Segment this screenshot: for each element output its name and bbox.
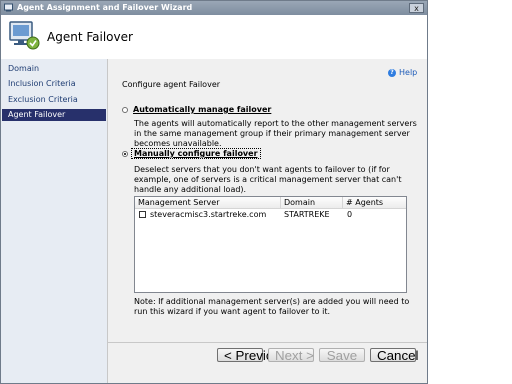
server-agents: 0 [347,210,353,219]
table-header: Management Server Domain # Agents [135,197,406,209]
footer-divider [108,342,427,343]
sidebar-item-inclusion-criteria[interactable]: Inclusion Criteria [2,78,106,90]
sidebar-item-agent-failover[interactable]: Agent Failover [2,109,106,121]
window-title: Agent Assignment and Failover Wizard [17,3,193,12]
save-button[interactable]: Save [319,348,365,362]
help-link[interactable]: ? Help [388,68,417,77]
auto-failover-radio[interactable] [122,107,128,113]
sidebar-item-domain[interactable]: Domain [2,63,106,75]
server-checkbox[interactable] [139,211,146,218]
page-title: Agent Failover [47,30,133,44]
previous-button[interactable]: < Previous [217,348,287,362]
server-domain: STARTREKE [284,210,330,219]
wizard-header: Agent Failover [1,15,427,60]
help-label: Help [399,68,418,77]
manual-failover-label: Manually configure failover [131,148,261,159]
manual-failover-description: Deselect servers that you don't want age… [134,165,402,194]
manual-failover-option[interactable]: Manually configure failover [131,148,261,159]
wizard-content: ? Help Configure agent Failover Automatic… [108,59,427,383]
cancel-button[interactable]: Cancel [370,348,419,362]
manual-failover-radio[interactable] [122,151,128,157]
management-server-table[interactable]: Management Server Domain # Agents stever… [134,196,407,293]
wizard-steps: Domain Inclusion Criteria Exclusion Crit… [1,59,108,383]
auto-failover-description: The agents will automatically report to … [134,119,417,148]
wizard-window: Agent Assignment and Failover Wizard x A… [0,0,428,384]
sidebar-item-exclusion-criteria[interactable]: Exclusion Criteria [2,94,106,106]
server-name: steveracmisc3.startreke.com [150,210,267,219]
app-icon [4,3,13,12]
background-area [428,0,512,384]
section-title: Configure agent Failover [122,80,221,89]
close-button[interactable]: x [409,3,424,13]
help-icon: ? [388,68,396,77]
title-bar[interactable]: Agent Assignment and Failover Wizard x [1,1,427,15]
auto-failover-label[interactable]: Automatically manage failover [133,105,271,114]
column-management-server[interactable]: Management Server [135,197,281,208]
note-text: Note: If additional management server(s)… [134,297,410,316]
next-button[interactable]: Next > [268,348,314,362]
column-domain[interactable]: Domain [281,197,343,208]
wizard-icon [9,21,40,50]
column-agents[interactable]: # Agents [343,197,406,208]
